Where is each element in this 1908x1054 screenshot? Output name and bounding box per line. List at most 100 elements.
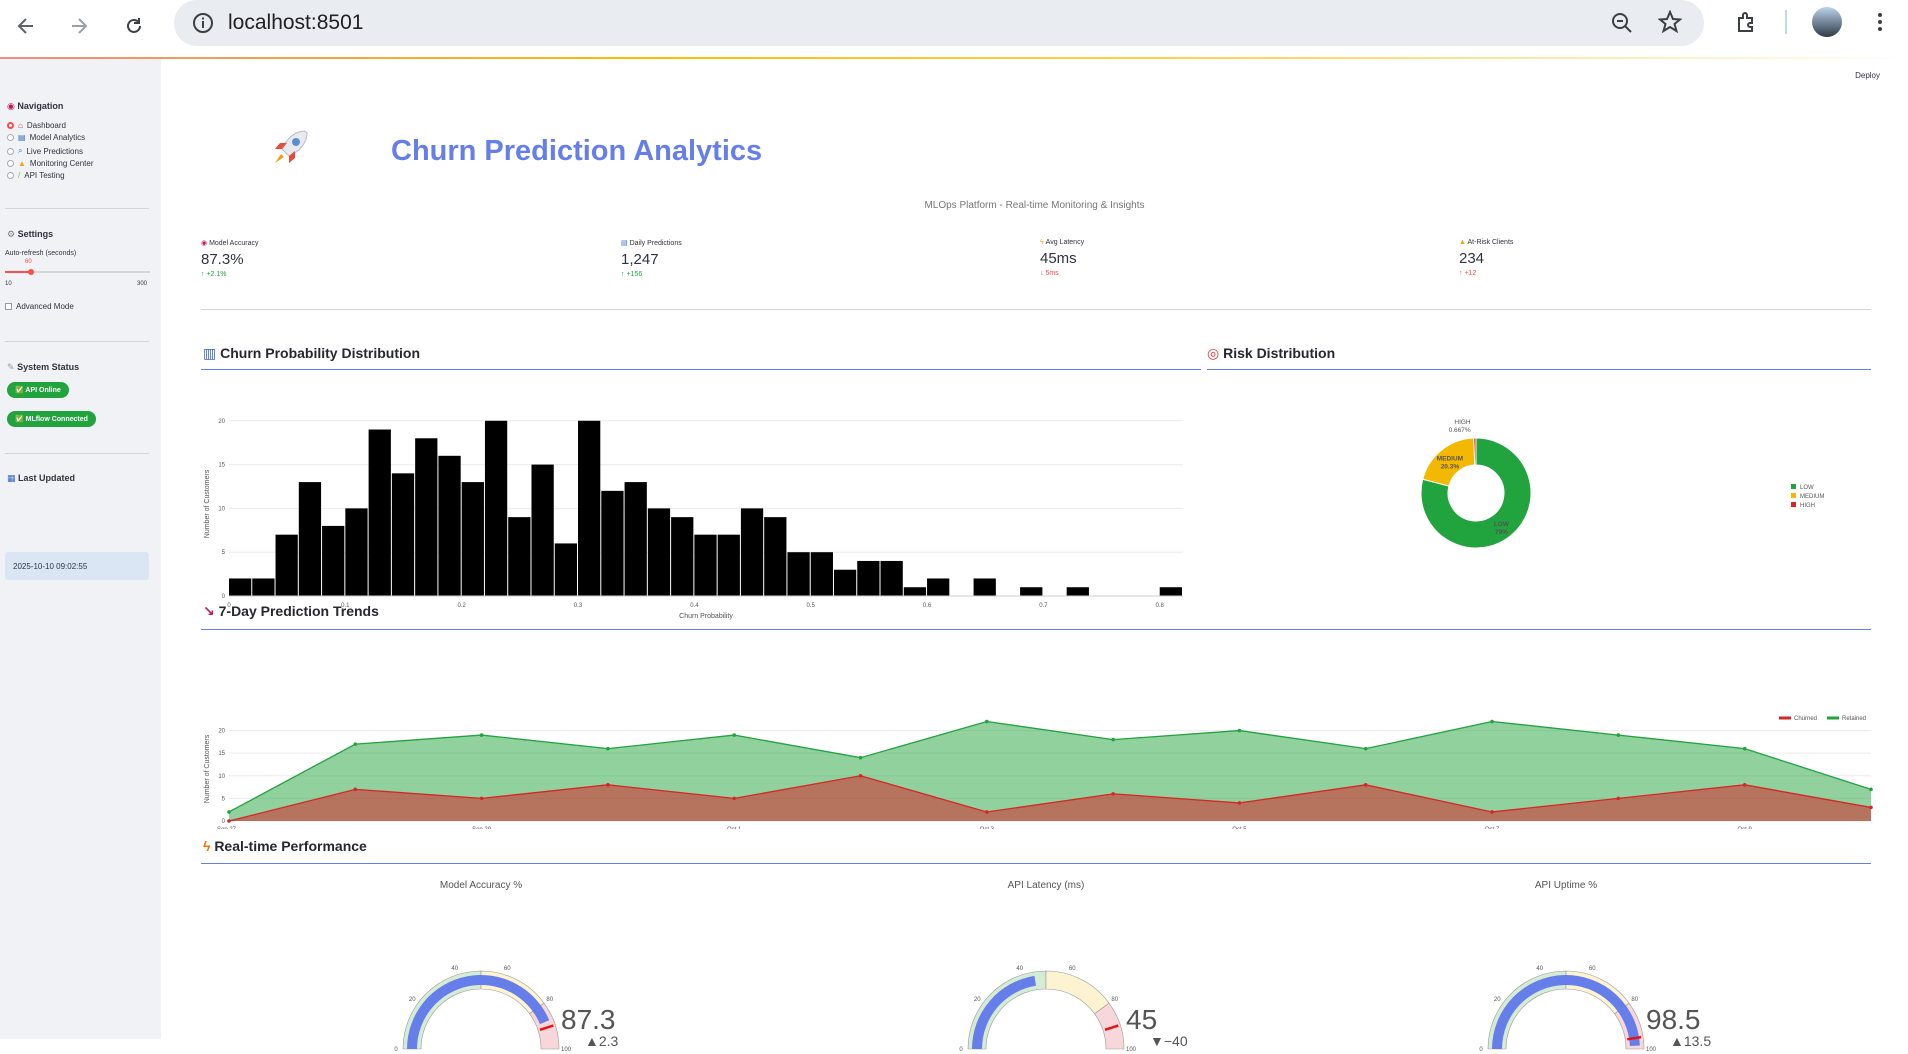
- slice-label-outside: HIGH 0.667%: [1449, 419, 1471, 434]
- slice-label: LOW 79%: [1494, 521, 1510, 536]
- slider-track[interactable]: [5, 269, 150, 275]
- x-tick-label: Sep 29: [472, 827, 492, 829]
- histogram-bar: [601, 490, 624, 596]
- gear-icon: ⚙: [7, 229, 16, 239]
- x-tick-label: Oct 7: [1485, 827, 1500, 829]
- x-axis-title: Churn Probability: [679, 613, 733, 620]
- url-text[interactable]: localhost:8501: [228, 11, 363, 35]
- lightning-icon: ϟ: [203, 838, 211, 854]
- retained-point: [1490, 719, 1494, 724]
- retained-point: [1237, 728, 1242, 733]
- profile-avatar[interactable]: [1812, 7, 1842, 37]
- histogram-bar: [391, 473, 415, 596]
- deploy-button[interactable]: Deploy: [1855, 71, 1880, 80]
- histogram-bar: [717, 534, 740, 596]
- histogram-bar: [484, 420, 508, 596]
- churned-point: [1742, 783, 1747, 787]
- back-arrow-icon[interactable]: [6, 6, 46, 46]
- slider-handle[interactable]: [28, 269, 34, 275]
- x-tick-label: Oct 9: [1738, 827, 1753, 829]
- extensions-icon[interactable]: [1735, 10, 1759, 39]
- radio[interactable]: [7, 134, 14, 141]
- zoom-icon[interactable]: [1610, 11, 1634, 40]
- magnifier-icon: ⌕: [18, 146, 23, 155]
- section-underline: [201, 629, 1871, 630]
- menu-dots-icon[interactable]: [1870, 10, 1890, 39]
- legend-swatch: [1791, 502, 1796, 507]
- slider-value: 60: [25, 259, 32, 265]
- gauge-tick-label: 60: [1589, 966, 1596, 972]
- histogram-bar: [857, 560, 880, 596]
- mlflow-status-badge: ✅ MLflow Connected: [7, 411, 96, 427]
- lightning-icon: ϟ: [1040, 239, 1044, 246]
- churned-point: [732, 796, 737, 801]
- y-tick-label: 20: [218, 729, 225, 735]
- chart-icon: ▤: [18, 133, 26, 142]
- histogram-bar: [578, 420, 601, 596]
- x-tick-label: Oct 1: [727, 827, 742, 829]
- navigation-heading: ◉ Navigation: [7, 101, 64, 111]
- checkbox[interactable]: [5, 303, 12, 310]
- risk-donut-chart: LOW 79% MEDIUM 20.3% HIGH 0.667% LOW MEDIUM HIGH: [1420, 419, 1824, 549]
- histogram-bar: [1159, 587, 1182, 596]
- histogram-section-title: ▥ Churn Probability Distribution: [203, 345, 421, 361]
- histogram-bar: [694, 534, 717, 596]
- address-bar[interactable]: localhost:8501: [174, 0, 1704, 46]
- radio-selected[interactable]: [7, 122, 14, 129]
- y-tick-label: 0: [222, 594, 226, 600]
- metric-delta: +12: [1464, 270, 1477, 277]
- histogram-bar: [1066, 587, 1089, 596]
- histogram-bar: [252, 578, 275, 596]
- page-subtitle: MLOps Platform - Real-time Monitoring & …: [924, 200, 1145, 211]
- radio[interactable]: [7, 160, 14, 167]
- radio[interactable]: [7, 147, 14, 155]
- churned-point: [1237, 801, 1242, 805]
- gauge-tick-label: 60: [1069, 966, 1076, 972]
- histogram-chart: 0 5 10 15 20 0 0.1 0.2 0.3 0.4 0.5 0.6 0.7 0.8 Churn P…: [204, 419, 1183, 620]
- nav-live-predictions[interactable]: ⌕ Live Predictions: [7, 146, 83, 156]
- retained-point: [1616, 733, 1621, 737]
- gauge-delta: ▲2.3: [585, 1033, 619, 1049]
- legend-label: LOW: [1800, 485, 1814, 491]
- radio[interactable]: [7, 172, 14, 179]
- churned-point: [858, 773, 863, 778]
- browser-toolbar: localhost:8501: [0, 0, 1908, 56]
- retained-point: [1111, 737, 1115, 742]
- nav-label: Live Predictions: [26, 146, 83, 156]
- gauge-tick-label: 100: [1646, 1047, 1657, 1053]
- nav-monitoring-center[interactable]: ▲ Monitoring Center: [7, 159, 94, 168]
- nav-dashboard[interactable]: ⌂ Dashboard: [7, 121, 66, 130]
- metric-at-risk-clients: ▲ At-Risk Clients 234 ↑ +12: [1459, 239, 1513, 277]
- reload-icon[interactable]: [114, 6, 154, 46]
- x-tick-label: 0: [227, 603, 231, 609]
- house-icon: ⌂: [18, 121, 23, 130]
- y-axis-title: Number of Customers: [204, 734, 211, 803]
- histogram-bar: [833, 569, 857, 596]
- divider: [5, 453, 149, 454]
- gauges: Model Accuracy % 0 20 40 60 80 100 87.3▲2.3 API …: [394, 880, 1711, 1053]
- gauge-tick-label: 100: [1126, 1047, 1137, 1053]
- last-updated-heading: ▦ Last Updated: [7, 473, 76, 483]
- advanced-mode-checkbox[interactable]: Advanced Mode: [5, 302, 74, 311]
- system-status-heading: ✎ System Status: [7, 362, 80, 372]
- histogram-bar: [368, 429, 391, 596]
- histogram-bar: [275, 534, 298, 596]
- retained-point: [985, 719, 989, 724]
- metric-delta: 5ms: [1045, 270, 1059, 277]
- slider-label: Auto-refresh (seconds): [5, 250, 77, 257]
- nav-model-analytics[interactable]: ▤ Model Analytics: [7, 133, 85, 142]
- gauge-tick-label: 80: [1111, 997, 1118, 1003]
- metric-value: 45ms: [1040, 250, 1077, 267]
- retained-point: [732, 733, 737, 737]
- slider-max: 300: [137, 281, 148, 287]
- x-tick-label: 0.5: [807, 603, 816, 609]
- histogram-bar: [624, 482, 647, 596]
- nav-api-testing[interactable]: / API Testing: [7, 171, 65, 180]
- section-underline: [201, 863, 1871, 864]
- histogram-bar: [810, 552, 833, 596]
- metric-label: At-Risk Clients: [1467, 239, 1514, 246]
- forward-arrow-icon[interactable]: [59, 6, 99, 46]
- info-icon[interactable]: [192, 12, 214, 39]
- page-title: Churn Prediction Analytics: [391, 135, 763, 167]
- star-icon[interactable]: [1657, 9, 1683, 39]
